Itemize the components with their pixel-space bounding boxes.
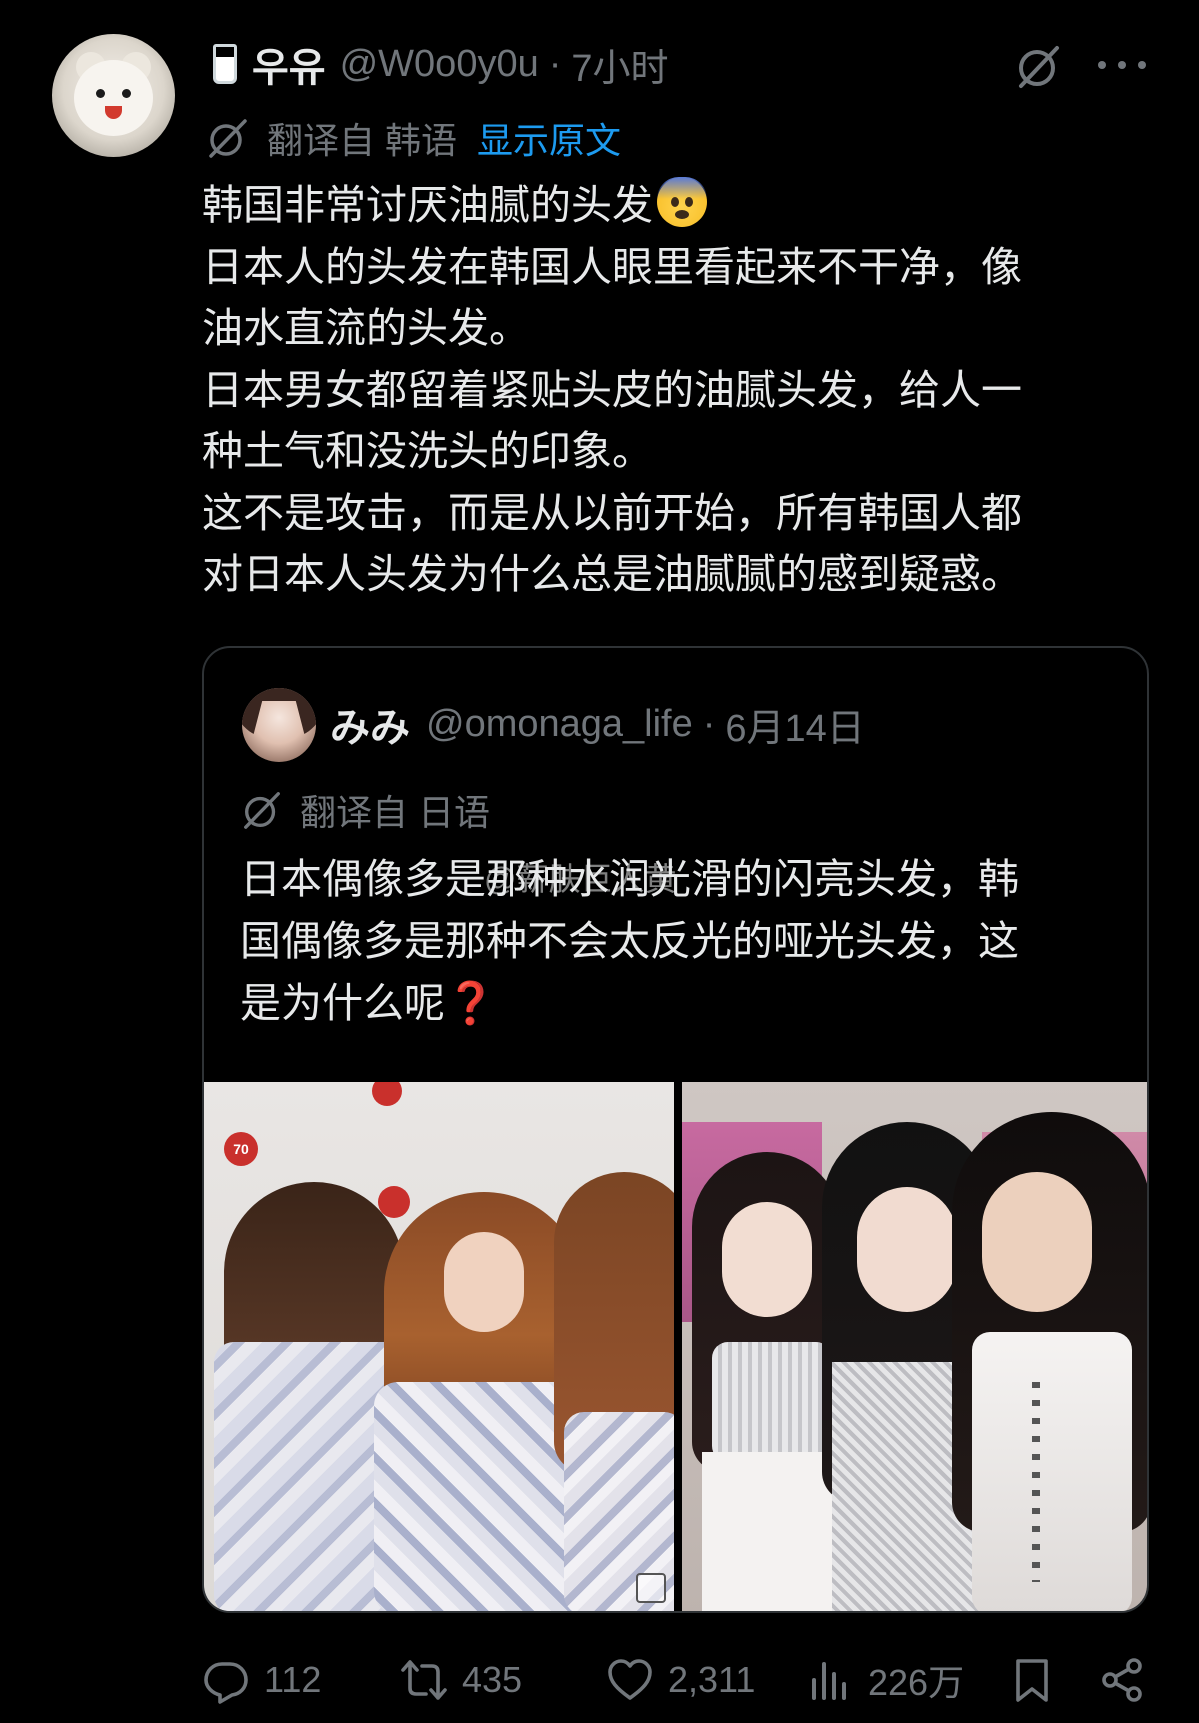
quoted-display-name[interactable]: みみ <box>330 695 410 753</box>
quoted-line: 日本偶像多是那种水润光滑的闪亮头发，韩 <box>240 856 1019 902</box>
quoted-tweet-card[interactable]: みみ @omonaga_life · 6月14日 翻译自 日语 日本偶像多是那种… <box>202 646 1149 1613</box>
translation-row: 翻译自 韩语 显示原文 <box>205 112 621 164</box>
repost-icon <box>401 1660 447 1700</box>
event-badge: 70 <box>224 1132 258 1166</box>
event-badge <box>372 1082 402 1106</box>
heart-icon <box>608 1659 652 1700</box>
views-button[interactable]: 226万 <box>806 1652 964 1708</box>
author-handle[interactable]: @W0o0y0u <box>340 43 539 86</box>
separator-dot: · <box>548 42 562 85</box>
view-count: 226万 <box>868 1662 965 1703</box>
quoted-post-body: 日本偶像多是那种水润光滑的闪亮头发，韩 国偶像多是那种不会太反光的哑光头发，这 … <box>240 848 1120 1034</box>
author-display-name[interactable]: 우유 <box>252 35 326 93</box>
grok-icon[interactable] <box>1013 40 1065 92</box>
quoted-line: 国偶像多是那种不会太反光的哑光头发，这 <box>240 918 1019 964</box>
like-count: 2,311 <box>668 1659 756 1700</box>
translate-icon <box>209 119 247 158</box>
quoted-translation-row: 翻译自 日语 <box>240 784 490 836</box>
quoted-post-time[interactable]: 6月14日 <box>725 697 864 752</box>
translated-from-label: 翻译自 韩语 <box>267 120 458 161</box>
post-body: 韩国非常讨厌油腻的头发 日本人的头发在韩国人眼里看起来不干净，像 油水直流的头发… <box>202 175 1122 606</box>
tweet-page: 우유 @W0o0y0u · 7小时 翻译自 韩语 显示原文 韩国非常讨厌油腻的头… <box>0 0 1199 1723</box>
post-line: 日本人的头发在韩国人眼里看起来不干净，像 <box>202 243 1022 290</box>
share-icon <box>1102 1658 1142 1702</box>
reply-icon <box>204 1662 248 1704</box>
translated-from-label: 翻译自 日语 <box>300 792 491 833</box>
post-line: 日本男女都留着紧贴头皮的油腻头发，给人一 <box>202 366 1022 413</box>
post-line: 油水直流的头发。 <box>202 305 530 351</box>
question-mark-emoji-icon: ❓ <box>445 980 497 1026</box>
post-line: 韩国非常讨厌油腻的头发 <box>202 175 1122 237</box>
quoted-line: 是为什么呢❓ <box>240 980 497 1026</box>
quoted-author-row: みみ @omonaga_life · 6月14日 <box>330 696 865 752</box>
post-line: 这不是攻击，而是从以前开始，所有韩国人都 <box>202 489 1022 536</box>
post-line: 种土气和没洗头的印象。 <box>202 428 653 474</box>
media-photo-right[interactable] <box>682 1082 1147 1611</box>
repost-button[interactable]: 435 <box>400 1652 522 1708</box>
action-bar: 112 435 2,311 226万 <box>202 1652 1152 1708</box>
separator-dot: · <box>702 702 716 745</box>
reply-button[interactable]: 112 <box>202 1652 321 1708</box>
show-original-link[interactable]: 显示原文 <box>477 112 621 164</box>
bar-chart-icon <box>812 1662 846 1700</box>
more-options-icon[interactable] <box>1098 50 1146 80</box>
media-photo-left[interactable]: 70 <box>204 1082 674 1611</box>
quoted-author-avatar[interactable] <box>242 688 316 762</box>
post-line: 对日本人头发为什么总是油腻腻的感到疑惑。 <box>202 551 1022 597</box>
camera-watermark-icon <box>636 1573 666 1603</box>
reply-count: 112 <box>264 1659 322 1700</box>
author-avatar[interactable] <box>52 34 175 157</box>
like-button[interactable]: 2,311 <box>606 1652 755 1708</box>
bookmark-button[interactable] <box>1008 1652 1056 1708</box>
fearful-face-emoji-icon <box>657 177 707 227</box>
quoted-handle[interactable]: @omonaga_life <box>426 703 693 746</box>
translate-icon <box>244 792 280 829</box>
repost-count: 435 <box>462 1659 523 1700</box>
milk-glass-icon <box>210 42 240 86</box>
bookmark-icon <box>1016 1659 1048 1702</box>
share-button[interactable] <box>1098 1652 1146 1708</box>
post-time[interactable]: 7小时 <box>571 37 668 92</box>
author-row: 우유 @W0o0y0u · 7小时 <box>210 36 669 92</box>
